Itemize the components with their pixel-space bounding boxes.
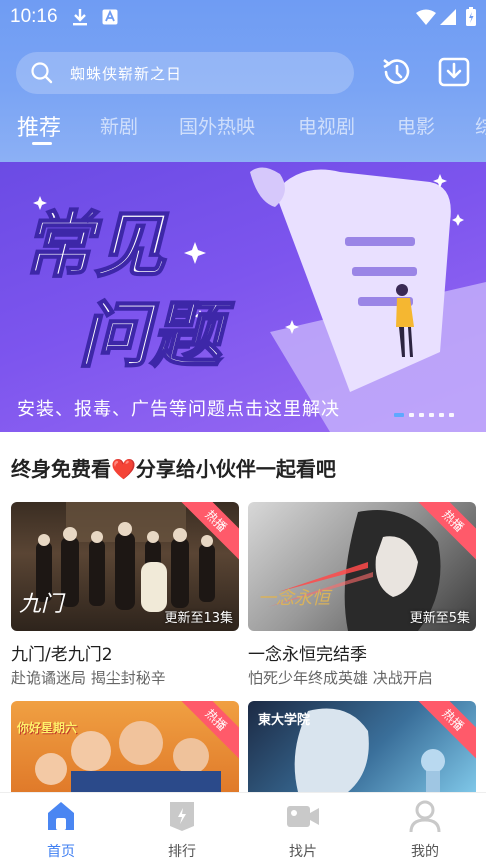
banner-headline-line2: 问题: [78, 293, 235, 377]
history-button[interactable]: [378, 54, 414, 90]
notification-a-icon: [102, 9, 118, 29]
app-header: 10:16 蜘蛛侠崭新之日 推荐 新剧 国外热映 电视剧 电影 综: [0, 0, 486, 162]
nav-find-video[interactable]: 找片: [253, 793, 353, 865]
video-card[interactable]: 九门 热播 更新至13集 九门/老九门2 赴诡谲迷局 揭尘封秘辛: [11, 502, 239, 687]
poster-title-art: 東大学院: [258, 713, 311, 728]
hot-badge: 热播: [416, 701, 476, 761]
poster-image: 你好星期六 热播: [11, 701, 239, 792]
banner-headline-line1: 常见: [22, 203, 169, 287]
video-card[interactable]: 一念永恒 热播 更新至5集 一念永恒完结季 怕死少年终成英雄 决战开启: [248, 502, 476, 687]
download-status-icon: [72, 8, 88, 30]
user-icon: [408, 799, 442, 833]
download-button[interactable]: [436, 54, 472, 90]
nav-ranking-label: 排行: [168, 844, 196, 860]
status-bar: 10:16: [0, 0, 486, 34]
ranking-icon: [165, 799, 199, 833]
battery-charging-icon: [466, 7, 476, 30]
card-title: 九门/老九门2: [11, 645, 113, 665]
card-title: 一念永恒完结季: [248, 645, 367, 665]
nav-home-label: 首页: [47, 844, 75, 860]
download-icon: [436, 57, 472, 94]
poster-image: 東大学院 热播: [248, 701, 476, 792]
tab-new-series[interactable]: 新剧: [100, 112, 138, 139]
poster-title-art: 一念永恒: [258, 588, 330, 609]
hot-badge: 热播: [179, 701, 239, 761]
search-bar[interactable]: 蜘蛛侠崭新之日: [16, 52, 354, 94]
video-card[interactable]: 東大学院 热播: [248, 701, 476, 792]
history-icon: [378, 58, 414, 94]
status-time: 10:16: [10, 6, 58, 27]
episode-status: 更新至13集: [164, 611, 233, 626]
tab-tv-series[interactable]: 电视剧: [298, 112, 355, 139]
tab-foreign-hits[interactable]: 国外热映: [179, 112, 255, 139]
nav-profile-label: 我的: [411, 844, 439, 860]
card-subtitle: 怕死少年终成英雄 决战开启: [248, 669, 433, 687]
wifi-icon: [416, 9, 436, 29]
nav-find-video-label: 找片: [289, 844, 317, 860]
poster-image: 九门 热播 更新至13集: [11, 502, 239, 631]
tab-variety[interactable]: 综: [475, 112, 486, 139]
poster-title-art: 九门: [19, 592, 64, 617]
hot-badge: 热播: [416, 502, 476, 562]
faq-banner[interactable]: 常见 问题 安装、报毒、广告等问题点击这里解决: [0, 162, 486, 432]
signal-icon: [440, 9, 456, 29]
search-placeholder: 蜘蛛侠崭新之日: [70, 65, 183, 83]
share-section-title: 终身免费看❤️分享给小伙伴一起看吧: [11, 457, 336, 481]
nav-ranking[interactable]: 排行: [132, 793, 232, 865]
bottom-navigation: 首页 排行 找片 我的: [0, 792, 486, 865]
episode-status: 更新至5集: [409, 611, 470, 626]
video-camera-icon: [286, 799, 320, 833]
poster-title-art: 你好星期六: [17, 721, 78, 735]
card-subtitle: 赴诡谲迷局 揭尘封秘辛: [11, 669, 166, 687]
nav-home[interactable]: 首页: [11, 793, 111, 865]
banner-illustration: 常见 问题: [21, 167, 486, 432]
tab-recommend[interactable]: 推荐: [17, 110, 61, 142]
nav-profile[interactable]: 我的: [375, 793, 475, 865]
home-icon: [44, 799, 78, 833]
video-card[interactable]: 你好星期六 热播: [11, 701, 239, 792]
category-tabs: 推荐 新剧 国外热映 电视剧 电影 综: [0, 108, 486, 152]
hot-badge: 热播: [179, 502, 239, 562]
search-icon: [30, 61, 54, 89]
poster-image: 一念永恒 热播 更新至5集: [248, 502, 476, 631]
tab-movies[interactable]: 电影: [397, 112, 435, 139]
banner-caption: 安装、报毒、广告等问题点击这里解决: [17, 399, 340, 420]
active-tab-indicator: [32, 142, 52, 145]
